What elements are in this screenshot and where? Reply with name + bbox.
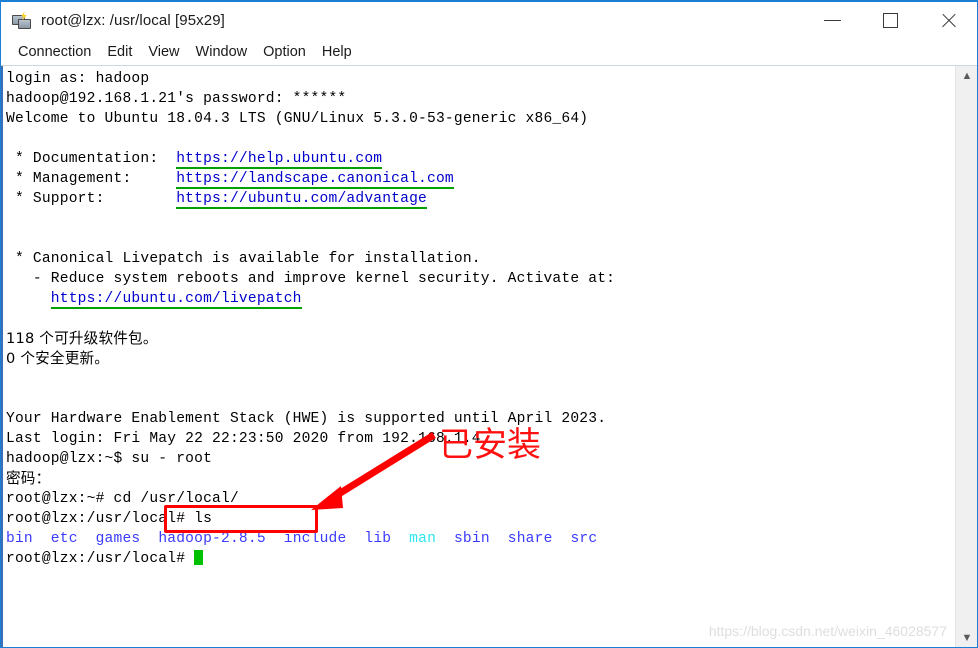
terminal-output[interactable]: login as: hadoop hadoop@192.168.1.21's pa… [1, 66, 955, 647]
directory-entry: games [95, 531, 141, 547]
vertical-scrollbar[interactable]: ▲ ▼ [955, 66, 977, 647]
directory-entry: bin [6, 531, 33, 547]
terminal-line: 118 个可升级软件包。 [6, 329, 955, 349]
title-bar: root@lzx: /usr/local [95x29] [1, 2, 977, 39]
menu-item-connection[interactable]: Connection [10, 42, 99, 62]
terminal-line: root@lzx:/usr/local# ls [6, 509, 955, 529]
window-title: root@lzx: /usr/local [95x29] [41, 12, 225, 29]
terminal-line: https://ubuntu.com/livepatch [6, 289, 955, 309]
terminal-line: * Documentation: https://help.ubuntu.com [6, 149, 955, 169]
menu-item-window[interactable]: Window [188, 42, 256, 62]
window-controls [803, 2, 977, 39]
terminal-line: * Support: https://ubuntu.com/advantage [6, 189, 955, 209]
terminal-text: 118 个可升级软件包。 [6, 330, 158, 347]
terminal-line: Welcome to Ubuntu 18.04.3 LTS (GNU/Linux… [6, 109, 955, 129]
terminal-link[interactable]: https://ubuntu.com/advantage [176, 191, 428, 209]
terminal-line: * Management: https://landscape.canonica… [6, 169, 955, 189]
terminal-text: - Reduce system reboots and improve kern… [6, 271, 616, 287]
minimize-button[interactable] [803, 2, 861, 39]
terminal-line: login as: hadoop [6, 69, 955, 89]
terminal-line: root@lzx:/usr/local# [6, 549, 955, 569]
terminal-text: Welcome to Ubuntu 18.04.3 LTS (GNU/Linux… [6, 111, 589, 127]
terminal-line: bin etc games hadoop-2.8.5 include lib m… [6, 529, 955, 549]
menu-item-view[interactable]: View [140, 42, 187, 62]
maximize-button[interactable] [861, 2, 919, 39]
terminal-cursor [194, 550, 204, 565]
terminal-text: 0 个安全更新。 [6, 350, 110, 367]
symlink-entry: man [409, 531, 437, 547]
terminal-text: Last login: Fri May 22 22:23:50 2020 fro… [6, 431, 481, 447]
terminal-text: * Support: [6, 191, 177, 207]
terminal-text: hadoop@lzx:~$ su - root [6, 451, 213, 467]
network-computer-icon [12, 11, 32, 30]
terminal-text: 密码： [6, 470, 51, 487]
terminal-line: hadoop@192.168.1.21's password: ****** [6, 89, 955, 109]
terminal-link[interactable]: https://help.ubuntu.com [176, 151, 383, 169]
terminal-text: * Management: [6, 171, 177, 187]
scroll-down-icon[interactable]: ▼ [956, 628, 977, 647]
scroll-up-icon[interactable]: ▲ [956, 66, 977, 86]
directory-entry: include [283, 531, 347, 547]
close-icon [940, 12, 957, 29]
directory-entry: lib [364, 531, 392, 547]
directory-entry: hadoop-2.8.5 [158, 531, 266, 547]
menu-bar: Connection Edit View Window Option Help [1, 39, 977, 66]
terminal-text: root@lzx:/usr/local# ls [6, 511, 213, 527]
terminal-text: login as: hadoop [6, 71, 150, 87]
directory-entry: sbin [453, 531, 490, 547]
close-button[interactable] [919, 2, 977, 39]
directory-entry: share [507, 531, 553, 547]
terminal-line: 密码： [6, 469, 955, 489]
directory-entry: etc [50, 531, 78, 547]
terminal-area: login as: hadoop hadoop@192.168.1.21's pa… [1, 66, 977, 647]
terminal-line: 0 个安全更新。 [6, 349, 955, 369]
terminal-line: root@lzx:~# cd /usr/local/ [6, 489, 955, 509]
terminal-text: * Canonical Livepatch is available for i… [6, 251, 481, 267]
terminal-text: hadoop@192.168.1.21's password: ****** [6, 91, 347, 107]
terminal-link[interactable]: https://landscape.canonical.com [176, 171, 454, 189]
terminal-text: root@lzx:/usr/local# [6, 551, 195, 567]
menu-item-help[interactable]: Help [314, 42, 360, 62]
maximize-icon [882, 13, 898, 28]
menu-item-edit[interactable]: Edit [99, 42, 140, 62]
terminal-link[interactable]: https://ubuntu.com/livepatch [50, 291, 302, 309]
menu-item-option[interactable]: Option [255, 42, 314, 62]
terminal-window: root@lzx: /usr/local [95x29] Connection E… [0, 0, 978, 648]
terminal-text: * Documentation: [6, 151, 177, 167]
minimize-icon [823, 20, 841, 21]
terminal-line: - Reduce system reboots and improve kern… [6, 269, 955, 289]
terminal-line: * Canonical Livepatch is available for i… [6, 249, 955, 269]
directory-entry: src [570, 531, 598, 547]
terminal-text: root@lzx:~# cd /usr/local/ [6, 491, 239, 507]
annotation-label: 已安装 [439, 425, 541, 465]
